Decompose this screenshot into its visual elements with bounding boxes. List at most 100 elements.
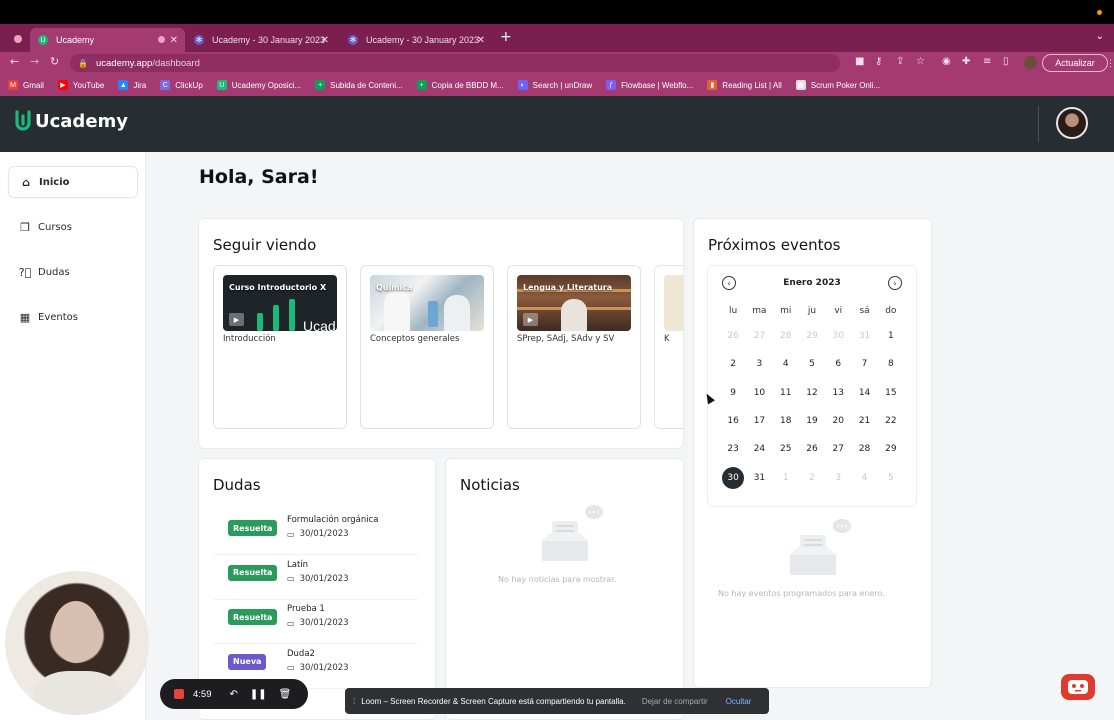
course-card[interactable]: Química Conceptos generales	[360, 265, 494, 429]
sidebar-item-dudas[interactable]: ?⃝ Dudas	[8, 256, 138, 288]
calendar-day[interactable]: 17	[746, 407, 772, 435]
calendar-day[interactable]: 14	[851, 379, 877, 407]
bookmark-item[interactable]: ▶ YouTube	[57, 80, 104, 90]
calendar-day[interactable]: 30	[825, 322, 851, 350]
trash-icon[interactable]: 🗑	[279, 689, 292, 700]
calendar-day[interactable]: 6	[825, 350, 851, 378]
bookmark-item[interactable]: ▲ Jira	[118, 80, 146, 90]
close-tab-icon[interactable]: ✕	[321, 35, 329, 46]
next-month-icon[interactable]: ›	[888, 276, 902, 290]
calendar-day[interactable]: 31	[746, 463, 772, 491]
course-card[interactable]: Lengua y Literatura ▶ SPrep, SAdj, SAdv …	[507, 265, 641, 429]
puzzle-icon[interactable]: ✚	[962, 56, 970, 67]
calendar-day[interactable]: 9	[720, 379, 746, 407]
question-row[interactable]: Resuelta Latín ▭ 30/01/2023	[213, 556, 418, 600]
course-card[interactable]: Ucad Curso Introductorio X ▶ Introducció…	[213, 265, 347, 429]
bookmark-item[interactable]: + Subida de Conteni...	[315, 80, 403, 90]
tab-ucademy-3[interactable]: ✻ Ucademy - 30 January 2023 ✕	[340, 28, 492, 52]
calendar-day[interactable]: 21	[851, 407, 877, 435]
calendar-day[interactable]: 18	[773, 407, 799, 435]
bookmark-item[interactable]: ƒ Flowbase | Webflo...	[606, 80, 693, 90]
sidebar-item-eventos[interactable]: ▦ Eventos	[8, 301, 138, 333]
calendar-day[interactable]: 31	[851, 322, 877, 350]
calendar-day[interactable]: 4	[773, 350, 799, 378]
stop-recording-icon[interactable]	[174, 689, 184, 699]
calendar-day[interactable]: 16	[720, 407, 746, 435]
star-icon[interactable]: ☆	[916, 56, 925, 67]
calendar-day[interactable]: 1	[773, 463, 799, 491]
bookmark-item[interactable]: ◐ Search | unDraw	[517, 80, 592, 90]
profile-avatar[interactable]	[1024, 56, 1037, 69]
tab-ucademy[interactable]: U Ucademy ✕	[30, 28, 185, 52]
calendar-day[interactable]: 4	[851, 463, 877, 491]
close-tab-icon[interactable]: ✕	[170, 35, 178, 46]
calendar-day[interactable]: 2	[799, 463, 825, 491]
calendar-day[interactable]: 28	[851, 435, 877, 463]
calendar-day[interactable]: 27	[746, 322, 772, 350]
forward-icon[interactable]: →	[30, 55, 39, 68]
bookmark-item[interactable]: ▦ Scrum Poker Onli...	[795, 80, 880, 90]
calendar-day[interactable]: 24	[746, 435, 772, 463]
calendar-day[interactable]: 22	[878, 407, 904, 435]
extension-icon[interactable]: ◉	[942, 56, 951, 67]
share-icon[interactable]: ⇪	[896, 56, 904, 67]
calendar-day[interactable]: 27	[825, 435, 851, 463]
calendar-day[interactable]: 5	[878, 463, 904, 491]
more-icon[interactable]: ⋮	[1106, 58, 1114, 69]
hide-button[interactable]: Ocultar	[726, 697, 752, 706]
tab-ucademy-2[interactable]: ✻ Ucademy - 30 January 2023 ✕	[186, 28, 336, 52]
calendar-day[interactable]: 25	[773, 435, 799, 463]
calendar-day[interactable]: 3	[825, 463, 851, 491]
play-icon[interactable]: ▶	[523, 313, 538, 326]
key-icon[interactable]: ⚷	[875, 56, 882, 67]
user-avatar[interactable]	[1056, 107, 1088, 139]
course-card[interactable]: K	[654, 265, 683, 429]
bookmark-item[interactable]: M Gmail	[8, 80, 44, 90]
back-icon[interactable]: ←	[10, 55, 19, 68]
webcam-bubble[interactable]	[5, 571, 149, 715]
playlist-icon[interactable]: ≡	[983, 56, 991, 67]
undo-icon[interactable]: ↶	[230, 689, 238, 700]
update-button[interactable]: Actualizar ⋮	[1042, 54, 1114, 72]
calendar-day[interactable]: 8	[878, 350, 904, 378]
sidepanel-icon[interactable]: ▯	[1003, 56, 1009, 67]
tab-search-chevron-icon[interactable]: ⌄	[1096, 31, 1104, 42]
calendar-day[interactable]: 5	[799, 350, 825, 378]
calendar-day[interactable]: 7	[851, 350, 877, 378]
calendar-day[interactable]: 11	[773, 379, 799, 407]
address-bar[interactable]: 🔒 ucademy.app/dashboard	[70, 54, 840, 72]
calendar-day[interactable]: 29	[878, 435, 904, 463]
help-widget-button[interactable]	[1061, 674, 1095, 700]
bookmark-item[interactable]: C ClickUp	[160, 80, 203, 90]
stop-sharing-button[interactable]: Dejar de compartir	[642, 697, 708, 706]
calendar-day[interactable]: 29	[799, 322, 825, 350]
sidebar-item-cursos[interactable]: ❐ Cursos	[8, 211, 138, 243]
calendar-day[interactable]: 10	[746, 379, 772, 407]
calendar-day[interactable]: 15	[878, 379, 904, 407]
calendar-day[interactable]: 26	[799, 435, 825, 463]
calendar-day[interactable]: 23	[720, 435, 746, 463]
bookmark-item[interactable]: ▮ Reading List | All	[707, 80, 782, 90]
brand-logo[interactable]: Ucademy	[14, 110, 128, 132]
calendar-day[interactable]: 26	[720, 322, 746, 350]
reload-icon[interactable]: ↻	[50, 55, 59, 68]
close-tab-icon[interactable]: ✕	[477, 35, 485, 46]
bookmark-item[interactable]: U Ucademy Oposici...	[216, 80, 301, 90]
calendar-day[interactable]: 28	[773, 322, 799, 350]
question-row[interactable]: Resuelta Prueba 1 ▭ 30/01/2023	[213, 600, 418, 644]
bookmark-item[interactable]: + Copia de BBDD M...	[416, 80, 504, 90]
calendar-day[interactable]: 2	[720, 350, 746, 378]
calendar-day[interactable]: 12	[799, 379, 825, 407]
pause-icon[interactable]: ❚❚	[250, 689, 267, 700]
new-tab-button[interactable]: +	[500, 29, 512, 45]
play-icon[interactable]: ▶	[229, 313, 244, 326]
calendar-day[interactable]: 20	[825, 407, 851, 435]
calendar-day[interactable]: 13	[825, 379, 851, 407]
drag-handle-icon[interactable]: ⁞	[353, 697, 355, 706]
calendar-day-today[interactable]: 30	[720, 463, 746, 491]
calendar-day[interactable]: 19	[799, 407, 825, 435]
camera-icon[interactable]: ■	[855, 56, 864, 67]
calendar-day[interactable]: 3	[746, 350, 772, 378]
sidebar-item-inicio[interactable]: ⌂ Inicio	[8, 166, 138, 198]
question-row[interactable]: Resuelta Formulación orgánica ▭ 30/01/202…	[213, 511, 418, 555]
